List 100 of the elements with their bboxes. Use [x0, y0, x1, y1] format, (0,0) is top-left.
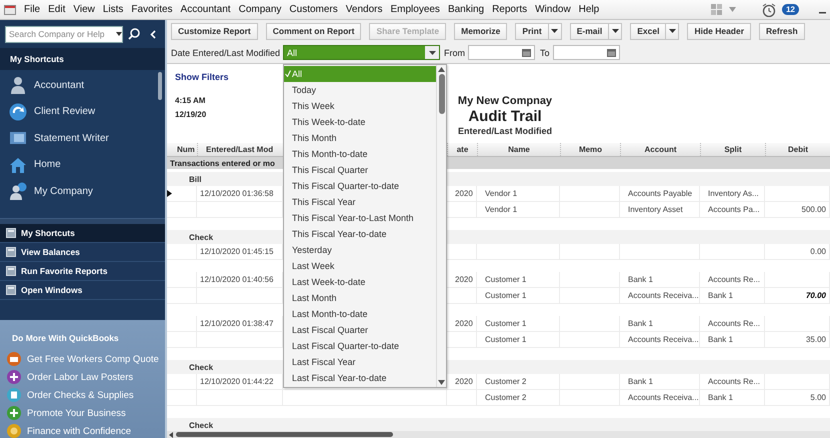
menu-item[interactable]: Accountant	[176, 4, 235, 15]
panel-icon	[6, 266, 16, 276]
scrollbar-thumb[interactable]	[158, 72, 162, 100]
menu-item[interactable]: Reports	[488, 4, 532, 15]
show-filters-link[interactable]: Show Filters	[175, 72, 229, 82]
transaction-type: Bill	[188, 174, 202, 184]
menu-option[interactable]: This Fiscal Quarter	[284, 162, 436, 178]
house-icon	[9, 156, 27, 174]
caret-icon	[668, 29, 676, 33]
table-cell: 0.00	[810, 247, 826, 256]
menu-item[interactable]: Help	[574, 4, 604, 15]
menu-option[interactable]: All	[284, 66, 436, 82]
report-time: 4:15 AM	[175, 95, 206, 107]
menu-item[interactable]: Employees	[386, 4, 444, 15]
date-field[interactable]	[552, 45, 620, 60]
plus-icon	[7, 370, 21, 384]
menu-option[interactable]: Last Fiscal Year	[284, 354, 436, 370]
grid-icon	[711, 4, 724, 16]
toolbar-button[interactable]: Print	[515, 22, 549, 40]
menu-item[interactable]: Lists	[98, 4, 128, 15]
menu-item[interactable]: Edit	[44, 4, 70, 15]
toolbar-button[interactable]: Hide Header	[687, 22, 752, 40]
toolbar-button[interactable]: Comment on Report	[266, 22, 362, 40]
menu-option[interactable]: This Fiscal Year	[284, 194, 436, 210]
promo-link[interactable]: Finance with Confidence	[0, 422, 165, 438]
menu-option[interactable]: This Week	[284, 98, 436, 114]
scrollbar-thumb[interactable]	[176, 432, 393, 437]
dropdown-button[interactable]	[666, 22, 680, 40]
menu-option[interactable]: Today	[284, 82, 436, 98]
toolbar-button[interactable]: Customize Report	[171, 22, 258, 40]
table-cell: Vendor 1	[485, 205, 518, 214]
table-cell: Inventory As...	[708, 189, 759, 198]
toolbar-button[interactable]: Excel	[630, 22, 666, 40]
table-cell: Bank 1	[708, 335, 733, 344]
notification-badge[interactable]: 12	[782, 4, 799, 15]
table-cell: 12/10/2020 01:40:56	[200, 275, 274, 284]
column-header[interactable]: Memo	[560, 143, 620, 156]
menu-option[interactable]: Last Fiscal Year-to-date	[284, 370, 436, 386]
shortcut-item[interactable]: My Company	[0, 178, 148, 204]
menu-item[interactable]: Company	[234, 4, 286, 15]
panel-header: My Shortcuts	[10, 54, 64, 64]
dropdown-button[interactable]	[548, 22, 562, 40]
menu-option[interactable]: This Fiscal Year-to-Last Month	[284, 210, 436, 226]
menu-option[interactable]: Last Week-to-date	[284, 274, 436, 290]
table-cell: Customer 2	[485, 393, 526, 402]
report-title: Audit Trail	[467, 108, 543, 125]
menu-option[interactable]: Last Month	[284, 290, 436, 306]
column-header[interactable]: Num	[167, 143, 197, 156]
transaction-type: Check	[188, 362, 214, 372]
menu-item[interactable]: Customers	[285, 4, 342, 15]
menu-item[interactable]: Vendors	[342, 4, 386, 15]
menu-item[interactable]: File	[20, 4, 44, 15]
column-header[interactable]: Split	[700, 143, 765, 156]
toolbar-button[interactable]: E-mail	[570, 22, 610, 40]
date-combobox[interactable]: All	[283, 45, 440, 60]
search-field[interactable]: Search Company or Help	[5, 26, 123, 42]
toolbar-button[interactable]: Memorize	[454, 22, 508, 40]
date-field[interactable]	[468, 45, 535, 60]
calendar-icon	[522, 48, 531, 56]
clock-icon	[762, 2, 776, 16]
search-button[interactable]	[127, 26, 142, 42]
briefcase-icon	[7, 352, 21, 366]
panel-icon	[6, 285, 16, 295]
menu-option[interactable]: Last Fiscal Quarter-to-date	[284, 338, 436, 354]
shortcut-item[interactable]: Client Review	[0, 98, 148, 125]
menu-item[interactable]: Banking	[444, 4, 488, 15]
menu-option[interactable]: Last Fiscal Quarter	[284, 322, 436, 338]
left-arrow-icon	[169, 432, 173, 438]
nav-item[interactable]: My Shortcuts	[0, 224, 165, 243]
column-header[interactable]: Name	[477, 143, 560, 156]
table-cell: Vendor 1	[485, 189, 518, 198]
table-cell: Customer 1	[485, 275, 526, 284]
menu-item[interactable]: Favorites	[127, 4, 177, 15]
table-cell: 2020	[455, 189, 473, 198]
menu-option[interactable]: Last Week	[284, 258, 436, 274]
menu-option[interactable]: Last Month-to-date	[284, 306, 436, 322]
field-label: To	[540, 48, 550, 58]
transaction-type: Check	[188, 232, 214, 242]
column-header[interactable]: Debit	[765, 143, 830, 156]
table-cell: 12/10/2020 01:38:47	[200, 319, 274, 328]
shortcut-item[interactable]: Statement Writer	[0, 125, 148, 152]
table-cell: Bank 1	[708, 393, 733, 402]
shortcut-item[interactable]: Home	[0, 152, 148, 178]
menu-option[interactable]: This Fiscal Quarter-to-date	[284, 178, 436, 194]
menu-option[interactable]: This Month	[284, 130, 436, 146]
menu-option[interactable]: Yesterday	[284, 242, 436, 258]
menu-option[interactable]: This Fiscal Year-to-date	[284, 226, 436, 242]
table-cell: 2020	[455, 377, 473, 386]
dropdown-button[interactable]	[609, 22, 622, 40]
table-cell: Bank 1	[628, 377, 653, 386]
scrollbar-thumb[interactable]	[438, 74, 444, 114]
toolbar-button[interactable]: Refresh	[759, 22, 805, 40]
shortcut-item[interactable]: Accountant	[0, 72, 148, 98]
menu-item[interactable]: View	[69, 4, 99, 15]
table-cell: 35.00	[806, 335, 826, 344]
menu-option[interactable]: This Week-to-date	[284, 114, 436, 130]
column-header[interactable]: Account	[620, 143, 700, 156]
panel-icon	[6, 228, 16, 238]
menu-option[interactable]: This Month-to-date	[284, 146, 436, 162]
menu-item[interactable]: Window	[531, 4, 575, 15]
